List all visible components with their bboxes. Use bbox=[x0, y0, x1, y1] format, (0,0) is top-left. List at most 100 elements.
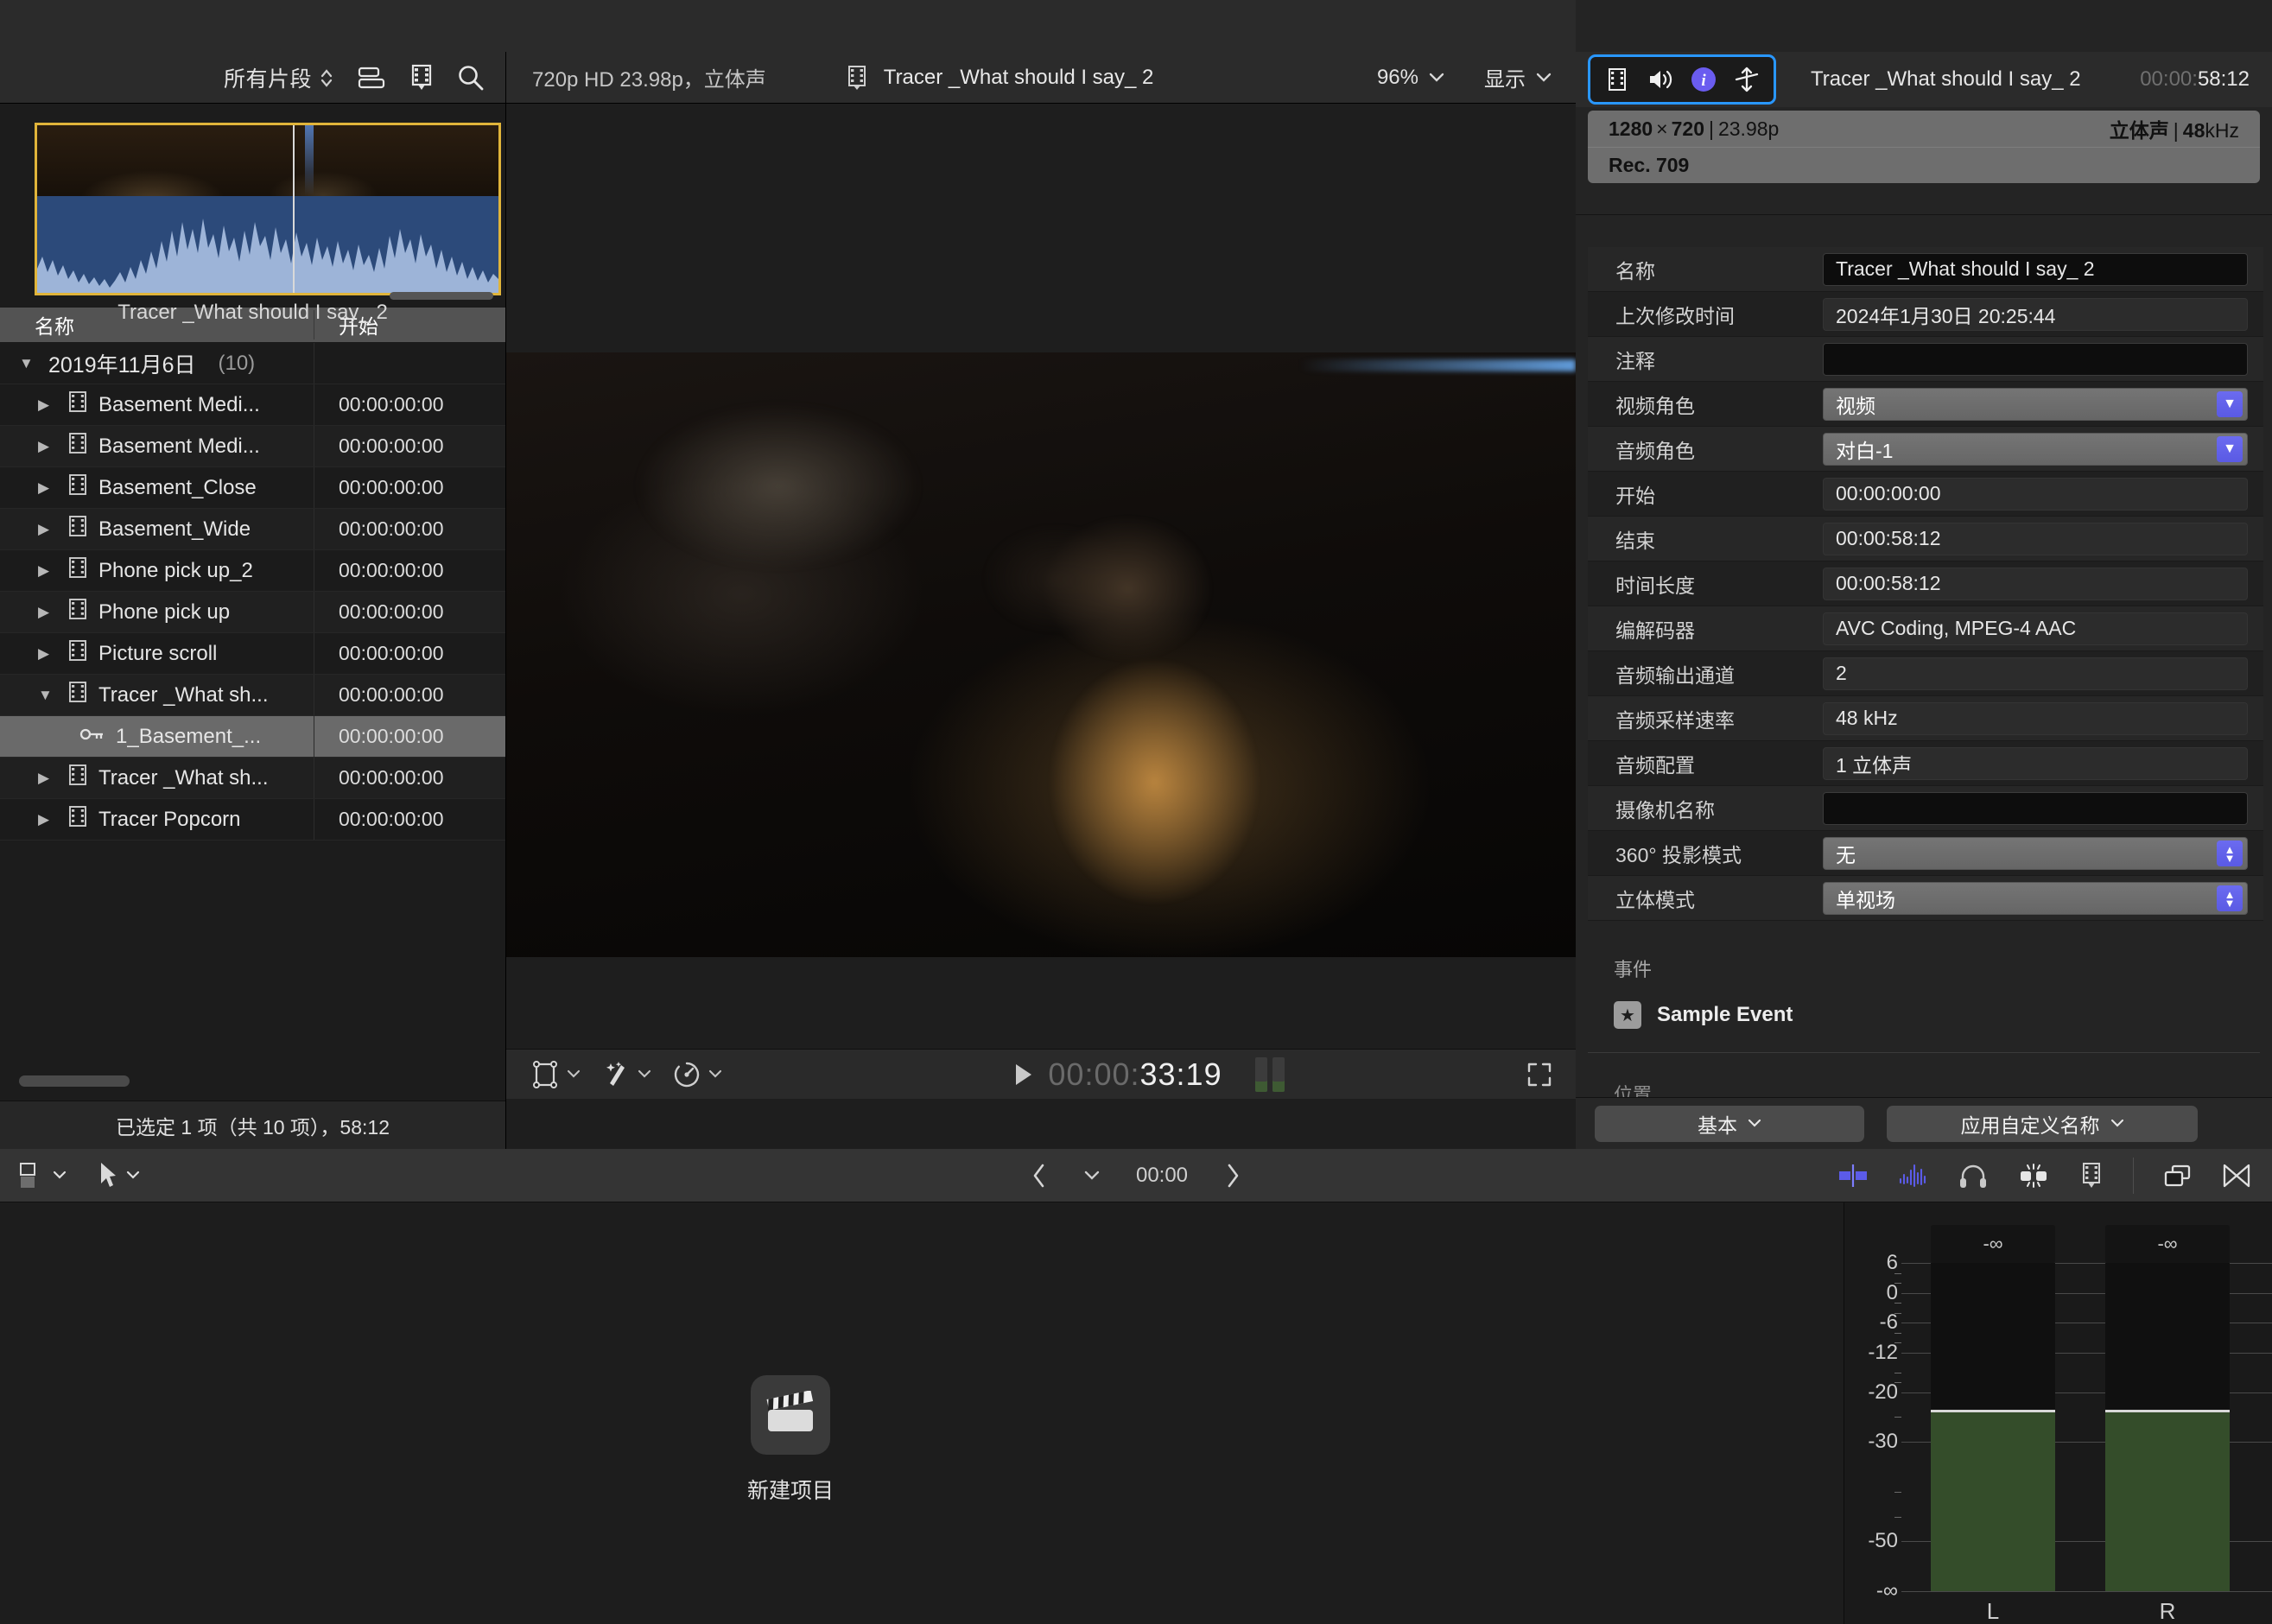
window-overlap-icon[interactable] bbox=[2163, 1163, 2193, 1189]
table-row[interactable]: ▶ Tracer _What sh... 00:00:00:00 bbox=[0, 758, 505, 799]
viewer-timecode[interactable]: 00:00:33:19 bbox=[1048, 1056, 1222, 1093]
headphones-icon[interactable] bbox=[1958, 1163, 1988, 1189]
timeline-tool-menu[interactable] bbox=[98, 1161, 140, 1190]
disclosure-triangle-open-icon[interactable]: ▼ bbox=[38, 687, 57, 704]
selected-clip-thumbnail[interactable] bbox=[35, 123, 501, 295]
transform-tool-menu[interactable] bbox=[530, 1060, 581, 1089]
enhancements-tool-menu[interactable] bbox=[601, 1060, 651, 1089]
clip-appearance-icon[interactable] bbox=[357, 65, 386, 91]
clip-name-label: Phone pick up_2 bbox=[98, 558, 253, 582]
list-group-row[interactable]: ▼ 2019年11月6日 (10) bbox=[0, 343, 505, 384]
inspector-field-value[interactable]: 2024年1月30日 20:25:44 bbox=[1823, 297, 2248, 331]
disclosure-triangle-closed-icon[interactable]: ▶ bbox=[38, 770, 57, 787]
viewer-zoom-menu[interactable]: 96% bbox=[1377, 66, 1444, 90]
disclosure-triangle-closed-icon[interactable]: ▶ bbox=[38, 645, 57, 663]
table-row[interactable]: ▶ Basement Medi... 00:00:00:00 bbox=[0, 426, 505, 467]
stepper-icon[interactable]: ▲ ▼ bbox=[2217, 885, 2243, 911]
viewer-transport-bar: 00:00:33:19 bbox=[506, 1049, 1576, 1099]
inspector-field-value[interactable]: 48 kHz bbox=[1823, 701, 2248, 735]
table-row[interactable]: ▶ Basement_Wide 00:00:00:00 bbox=[0, 509, 505, 550]
table-row[interactable]: ▶ Basement Medi... 00:00:00:00 bbox=[0, 384, 505, 426]
timeline-timecode[interactable]: 00:00 bbox=[1136, 1164, 1188, 1188]
disclosure-triangle-closed-icon[interactable]: ▶ bbox=[38, 562, 57, 580]
table-row[interactable]: ▶ Tracer Popcorn 00:00:00:00 bbox=[0, 799, 505, 841]
inspector-field-value[interactable]: Tracer _What should I say_ 2 bbox=[1823, 252, 2248, 286]
clip-filter-menu[interactable]: 所有片段 bbox=[224, 62, 334, 93]
chevron-down-icon[interactable]: ▼ bbox=[2217, 435, 2243, 462]
summary-resolution: 1280 × 720 | 23.98p bbox=[1609, 117, 1780, 140]
chevron-down-icon[interactable]: ▼ bbox=[2217, 390, 2243, 417]
chevron-right-icon[interactable] bbox=[1224, 1163, 1241, 1189]
disclosure-triangle-closed-icon[interactable]: ▶ bbox=[38, 396, 57, 414]
inspector-field-value[interactable]: AVC Coding, MPEG-4 AAC bbox=[1823, 612, 2248, 645]
disclosure-triangle-closed-icon[interactable]: ▶ bbox=[38, 811, 57, 828]
timeline-view-menu[interactable] bbox=[1084, 1170, 1100, 1181]
audio-video-split-icon[interactable] bbox=[1837, 1163, 1869, 1189]
table-row[interactable]: ▶ Phone pick up 00:00:00:00 bbox=[0, 592, 505, 633]
filmstrip-preview[interactable]: Tracer _What should I say_ 2 bbox=[0, 104, 505, 324]
inspector-tab-video[interactable] bbox=[1596, 67, 1639, 92]
timeline-left-tools bbox=[0, 1160, 140, 1191]
meter-tick-label: -50 bbox=[1868, 1529, 1898, 1553]
filmstrip-icon[interactable] bbox=[2079, 1162, 2104, 1189]
disclosure-triangle-open-icon[interactable]: ▼ bbox=[19, 355, 38, 372]
clip-start-cell: 00:00:00:00 bbox=[339, 766, 444, 789]
meter-plot[interactable]: 6 0 -6 -12 -20 -30 -50 -∞ bbox=[1844, 1251, 2272, 1602]
search-icon[interactable] bbox=[457, 64, 485, 92]
new-project-button[interactable]: 新建项目 bbox=[708, 1375, 873, 1505]
disclosure-triangle-closed-icon[interactable]: ▶ bbox=[38, 479, 57, 497]
keyword-icon bbox=[79, 725, 105, 749]
disclosure-triangle-closed-icon[interactable]: ▶ bbox=[38, 604, 57, 621]
timeline-clip-appearance-menu[interactable] bbox=[17, 1160, 67, 1191]
play-icon[interactable] bbox=[1013, 1063, 1034, 1087]
inspector-tab-share[interactable] bbox=[1725, 66, 1768, 93]
effects-icon[interactable] bbox=[2017, 1163, 2050, 1189]
viewer-canvas[interactable]: 00:00:33:19 bbox=[506, 104, 1576, 1099]
inspector-field-value[interactable]: 单视场 ▲ ▼ bbox=[1823, 881, 2248, 915]
meter-tick-label: 6 bbox=[1886, 1251, 1898, 1274]
inspector-field-value[interactable]: 对白-1 ▼ bbox=[1823, 432, 2248, 466]
disclosure-triangle-closed-icon[interactable]: ▶ bbox=[38, 438, 57, 455]
inspector-field-row: 音频配置 1 立体声 bbox=[1588, 741, 2263, 786]
filmstrip-icon bbox=[67, 556, 88, 585]
preview-clip-name: Tracer _What should I say_ 2 bbox=[117, 301, 388, 324]
browser-horizontal-scrollbar[interactable] bbox=[19, 1075, 130, 1087]
inspector-field-value[interactable]: 无 ▲ ▼ bbox=[1823, 836, 2248, 870]
preview-scrollbar[interactable] bbox=[390, 292, 493, 300]
audio-meters-icon[interactable] bbox=[2222, 1163, 2251, 1189]
filmstrip-icon bbox=[67, 390, 88, 419]
inspector-field-value[interactable]: 视频 ▼ bbox=[1823, 387, 2248, 421]
apply-custom-name-button[interactable]: 应用自定义名称 bbox=[1887, 1105, 2198, 1142]
audio-waveform-icon[interactable] bbox=[1898, 1163, 1929, 1189]
inspector-field-value[interactable]: 00:00:58:12 bbox=[1823, 522, 2248, 555]
table-row[interactable]: ▼ Tracer _What sh... 00:00:00:00 bbox=[0, 675, 505, 716]
viewer-display-menu[interactable]: 显示 bbox=[1484, 62, 1552, 92]
stepper-icon[interactable]: ▲ ▼ bbox=[2217, 840, 2243, 866]
meter-bar-l[interactable] bbox=[1931, 1263, 2055, 1591]
timecode-dim: 00:00: bbox=[1048, 1056, 1140, 1092]
metadata-view-label: 基本 bbox=[1698, 1113, 1737, 1137]
table-row[interactable]: ▶ Phone pick up_2 00:00:00:00 bbox=[0, 550, 505, 592]
inspector-field-value[interactable]: 00:00:58:12 bbox=[1823, 567, 2248, 600]
peak-readouts: -∞ -∞ bbox=[1844, 1225, 2272, 1263]
metadata-view-button[interactable]: 基本 bbox=[1595, 1105, 1864, 1142]
table-row[interactable]: ▶ Basement_Close 00:00:00:00 bbox=[0, 467, 505, 509]
inspector-tab-bar[interactable]: i bbox=[1588, 54, 1776, 105]
inspector-tab-info[interactable]: i bbox=[1682, 66, 1725, 93]
inspector-field-value[interactable]: 00:00:00:00 bbox=[1823, 477, 2248, 511]
inspector-field-value[interactable] bbox=[1823, 342, 2248, 376]
inspector-field-value[interactable] bbox=[1823, 791, 2248, 825]
inspector-tab-audio[interactable] bbox=[1639, 67, 1682, 92]
event-item[interactable]: ★ Sample Event bbox=[1576, 1001, 2272, 1029]
meter-bar-r[interactable] bbox=[2105, 1263, 2230, 1591]
retiming-tool-menu[interactable] bbox=[672, 1060, 722, 1089]
inspector-field-value[interactable]: 2 bbox=[1823, 657, 2248, 690]
clip-list[interactable]: ▼ 2019年11月6日 (10) ▶ Basement Medi... 00:00… bbox=[0, 343, 505, 989]
fullscreen-icon[interactable] bbox=[1526, 1061, 1553, 1088]
disclosure-triangle-closed-icon[interactable]: ▶ bbox=[38, 521, 57, 538]
inspector-field-value[interactable]: 1 立体声 bbox=[1823, 746, 2248, 780]
filmstrip-icon[interactable] bbox=[409, 64, 435, 92]
chevron-left-icon[interactable] bbox=[1031, 1163, 1048, 1189]
table-row[interactable]: ▶ Picture scroll 00:00:00:00 bbox=[0, 633, 505, 675]
table-row[interactable]: 1_Basement_... 00:00:00:00 bbox=[0, 716, 505, 758]
